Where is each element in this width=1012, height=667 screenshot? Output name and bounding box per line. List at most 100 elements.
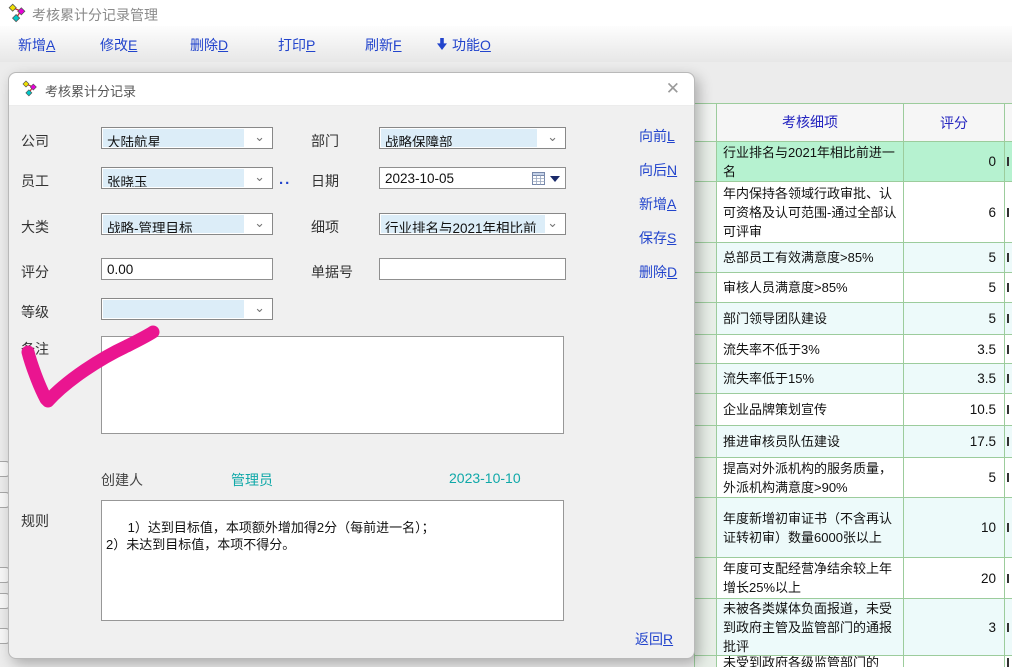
score-cell[interactable]: 6	[904, 182, 1005, 242]
table-row[interactable]: 流失率低于15%3.5	[695, 364, 1012, 394]
company-select[interactable]: 大陆航星 ⌄	[101, 127, 273, 149]
grade-select[interactable]: ⌄	[101, 298, 273, 320]
toolbar-button-P[interactable]: 打印P	[278, 35, 315, 55]
row-gutter-cell	[695, 656, 717, 667]
toolbar-button-E[interactable]: 修改E	[100, 35, 137, 55]
detail-cell[interactable]: 年度可支配经营净结余较上年增长25%以上	[717, 558, 904, 598]
score-cell[interactable]: 3.5	[904, 364, 1005, 393]
column-header-detail[interactable]: 考核细项	[717, 104, 904, 141]
employee-select[interactable]: 张晓玉 ⌄	[101, 167, 273, 189]
toolbar-button-D[interactable]: 删除D	[190, 35, 228, 55]
detail-cell[interactable]: 流失率低于15%	[717, 364, 904, 393]
clipped-next-column-cell	[1005, 599, 1012, 655]
row-gutter-cell	[695, 182, 717, 242]
detail-cell[interactable]: 提高对外派机构的服务质量，外派机构满意度>90%	[717, 458, 904, 497]
detail-cell[interactable]: 年度新增初审证书（不含再认证转初审）数量6000张以上	[717, 498, 904, 557]
row-gutter-cell	[695, 426, 717, 457]
row-gutter-cell	[695, 498, 717, 557]
dialog-button-L[interactable]: 向前L	[639, 126, 675, 146]
clipped-next-column-cell	[1005, 142, 1012, 181]
chevron-down-icon: ⌄	[254, 300, 265, 316]
assessment-table: 考核细项 评分 行业排名与2021年相比前进一名0年内保持各领域行政审批、认可资…	[694, 103, 1012, 667]
detail-cell[interactable]: 未被各类媒体负面报道，未受到政府主管及监管部门的通报批评	[717, 599, 904, 655]
clipped-next-column-cell	[1005, 498, 1012, 557]
toolbar-button-O[interactable]: 功能O	[437, 35, 491, 55]
calendar-icon[interactable]	[532, 172, 545, 185]
row-gutter-cell	[695, 243, 717, 272]
score-cell[interactable]: 5	[904, 303, 1005, 334]
score-cell[interactable]	[904, 656, 1005, 667]
detail-cell[interactable]: 部门领导团队建设	[717, 303, 904, 334]
score-cell[interactable]: 3	[904, 599, 1005, 655]
table-row[interactable]: 审核人员满意度>85%5	[695, 273, 1012, 303]
clipped-next-column-cell	[1005, 426, 1012, 457]
score-input[interactable]: 0.00	[101, 258, 273, 280]
chevron-down-icon: ⌄	[254, 215, 265, 231]
table-row[interactable]: 未受到政府各级监管部门的	[695, 656, 1012, 667]
date-input[interactable]: 2023-10-05	[379, 167, 566, 189]
chevron-down-icon: ⌄	[254, 129, 265, 145]
score-cell[interactable]: 17.5	[904, 426, 1005, 457]
department-label: 部门	[311, 131, 339, 151]
detail-select[interactable]: 行业排名与2021年相比前 ⌄	[379, 213, 566, 235]
dialog-button-A[interactable]: 新增A	[639, 194, 676, 214]
detail-cell[interactable]: 审核人员满意度>85%	[717, 273, 904, 302]
app-icon	[8, 3, 28, 23]
score-cell[interactable]: 3.5	[904, 335, 1005, 363]
creator-name: 管理员	[231, 470, 273, 490]
dialog-button-N[interactable]: 向后N	[639, 160, 677, 180]
detail-cell[interactable]: 年内保持各领域行政审批、认可资格及认可范围-通过全部认可评审	[717, 182, 904, 242]
toolbar-button-A[interactable]: 新增A	[18, 35, 55, 55]
row-gutter-cell	[695, 394, 717, 425]
close-icon[interactable]: ✕	[666, 79, 680, 99]
column-header-score[interactable]: 评分	[904, 104, 1005, 141]
score-cell[interactable]: 10.5	[904, 394, 1005, 425]
table-row[interactable]: 行业排名与2021年相比前进一名0	[695, 142, 1012, 182]
remark-textarea[interactable]	[101, 336, 564, 434]
toolbar: 新增A 修改E 删除D 打印P 刷新F 功能O	[0, 26, 1012, 62]
date-dropdown-icon[interactable]	[550, 176, 560, 182]
table-row[interactable]: 流失率不低于3%3.5	[695, 335, 1012, 364]
score-cell[interactable]: 0	[904, 142, 1005, 181]
department-select[interactable]: 战略保障部 ⌄	[379, 127, 566, 149]
rule-textarea[interactable]: 1）达到目标值，本项额外增加得2分（每前进一名）； 2）未达到目标值，本项不得分…	[101, 500, 564, 621]
window-titlebar: 考核累计分记录管理	[0, 0, 1012, 26]
table-row[interactable]: 总部员工有效满意度>85%5	[695, 243, 1012, 273]
dialog-button-D[interactable]: 删除D	[639, 262, 677, 282]
row-gutter-cell	[695, 303, 717, 334]
table-row[interactable]: 提高对外派机构的服务质量，外派机构满意度>90%5	[695, 458, 1012, 498]
table-row[interactable]: 年内保持各领域行政审批、认可资格及认可范围-通过全部认可评审6	[695, 182, 1012, 243]
toolbar-button-F[interactable]: 刷新F	[365, 35, 402, 55]
score-cell[interactable]: 5	[904, 243, 1005, 272]
detail-cell[interactable]: 总部员工有效满意度>85%	[717, 243, 904, 272]
row-gutter-cell	[695, 558, 717, 598]
record-dialog: 考核累计分记录 ✕ 公司 大陆航星 ⌄ 部门 战略保障部 ⌄ 员工 张晓玉 ⌄ …	[8, 72, 695, 659]
dialog-button-S[interactable]: 保存S	[639, 228, 676, 248]
table-row[interactable]: 部门领导团队建设5	[695, 303, 1012, 335]
employee-lookup-button[interactable]: ..	[279, 171, 291, 188]
score-cell[interactable]: 5	[904, 273, 1005, 302]
table-row[interactable]: 未被各类媒体负面报道，未受到政府主管及监管部门的通报批评3	[695, 599, 1012, 656]
category-select[interactable]: 战略-管理目标 ⌄	[101, 213, 273, 235]
return-button[interactable]: 返回R	[635, 629, 673, 649]
detail-cell[interactable]: 行业排名与2021年相比前进一名	[717, 142, 904, 181]
table-corner-cell	[695, 104, 717, 141]
clipped-next-column-cell	[1005, 243, 1012, 272]
detail-cell[interactable]: 流失率不低于3%	[717, 335, 904, 363]
doc-no-input[interactable]	[379, 258, 566, 280]
clipped-next-column-cell	[1005, 394, 1012, 425]
score-cell[interactable]: 5	[904, 458, 1005, 497]
dialog-title: 考核累计分记录	[45, 81, 136, 100]
table-row[interactable]: 年度新增初审证书（不含再认证转初审）数量6000张以上10	[695, 498, 1012, 558]
doc-no-label: 单据号	[311, 262, 353, 282]
employee-label: 员工	[21, 171, 49, 191]
detail-cell[interactable]: 推进审核员队伍建设	[717, 426, 904, 457]
score-cell[interactable]: 10	[904, 498, 1005, 557]
detail-cell[interactable]: 企业品牌策划宣传	[717, 394, 904, 425]
table-row[interactable]: 推进审核员队伍建设17.5	[695, 426, 1012, 458]
detail-cell[interactable]: 未受到政府各级监管部门的	[717, 656, 904, 667]
table-row[interactable]: 企业品牌策划宣传10.5	[695, 394, 1012, 426]
score-cell[interactable]: 20	[904, 558, 1005, 598]
score-label: 评分	[21, 262, 49, 282]
table-row[interactable]: 年度可支配经营净结余较上年增长25%以上20	[695, 558, 1012, 599]
